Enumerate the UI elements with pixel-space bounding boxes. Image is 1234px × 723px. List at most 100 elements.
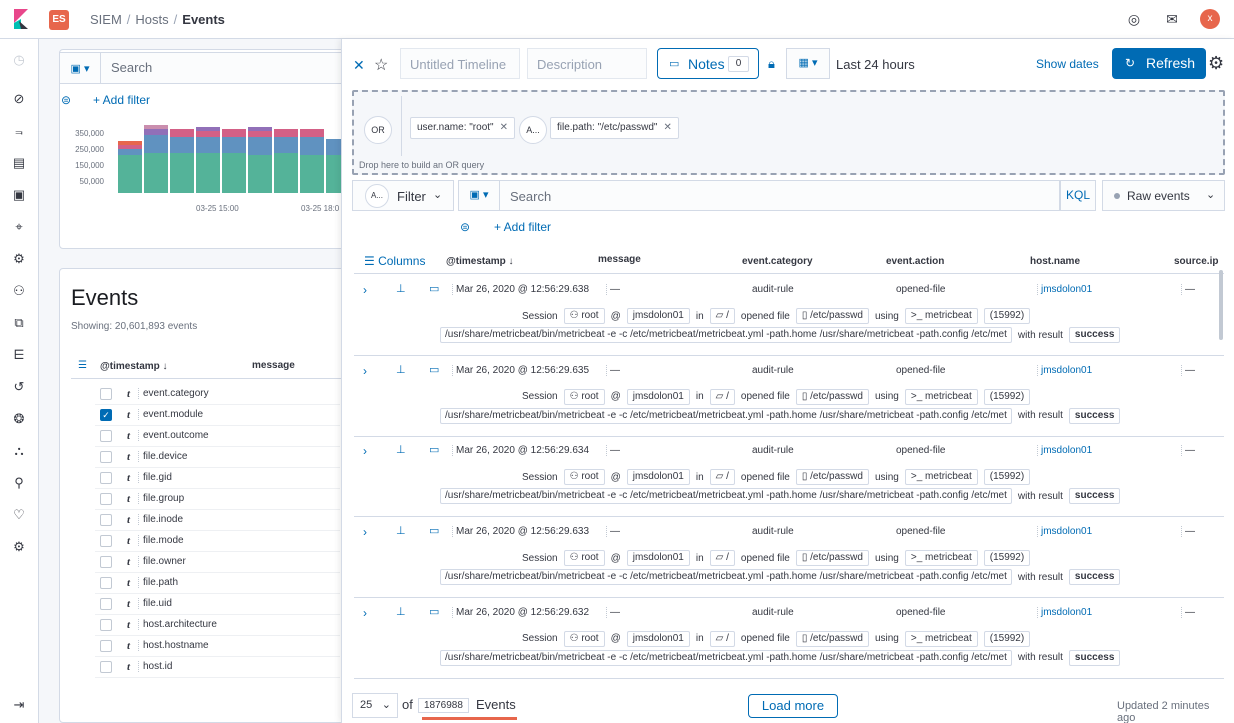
result-token[interactable]: success	[1068, 569, 1121, 586]
user-token[interactable]: ⚇ root	[563, 630, 605, 647]
process-token[interactable]: >_ metricbeat	[904, 469, 978, 486]
user-token[interactable]: ⚇ root	[563, 308, 605, 324]
filter-icon[interactable]: ⊜	[460, 220, 470, 234]
management-icon[interactable]: ⚙	[11, 539, 27, 555]
field-checkbox[interactable]: ✓	[100, 409, 112, 421]
pid-token[interactable]: (15992)	[983, 630, 1031, 647]
field-checkbox[interactable]	[100, 640, 112, 652]
field-row[interactable]: t host.hostname	[95, 636, 340, 657]
pin-icon[interactable]: ⊥	[396, 605, 406, 618]
close-icon[interactable]: ✕	[500, 122, 508, 133]
field-row[interactable]: t file.path	[95, 573, 340, 594]
page-search-input[interactable]: Search	[101, 52, 349, 84]
pid-token[interactable]: (15992)	[983, 550, 1031, 567]
args-token[interactable]: /usr/share/metricbeat/bin/metricbeat -e …	[440, 488, 1012, 505]
pin-icon[interactable]: ⊥	[396, 443, 406, 456]
pid-token[interactable]: (15992)	[983, 308, 1031, 324]
dashboard-icon[interactable]: ▤	[11, 155, 27, 171]
field-row[interactable]: t file.gid	[95, 468, 340, 489]
result-token[interactable]: success	[1068, 327, 1121, 343]
user-token[interactable]: ⚇ root	[563, 550, 605, 567]
expand-icon[interactable]: ›	[363, 283, 367, 297]
note-icon[interactable]: ▭	[429, 524, 439, 537]
discover-icon[interactable]: ⊘	[11, 91, 27, 107]
host-cell[interactable]: jmsdolon01	[1037, 526, 1092, 538]
close-icon[interactable]: ✕	[353, 57, 365, 74]
field-row[interactable]: t host.id	[95, 657, 340, 678]
field-row[interactable]: t file.uid	[95, 594, 340, 615]
field-row[interactable]: ✓ t event.module	[95, 405, 340, 426]
saved-query-button[interactable]: ▣ ▾	[59, 52, 101, 84]
folder-token[interactable]: ▱ /	[709, 550, 735, 567]
kql-toggle[interactable]: KQL	[1060, 180, 1096, 211]
query-pill[interactable]: file.path: "/etc/passwd" ✕	[550, 117, 679, 139]
field-row[interactable]: t event.category	[95, 384, 340, 405]
show-dates-link[interactable]: Show dates	[1036, 57, 1099, 71]
saved-query-button[interactable]: ▣ ▾	[458, 180, 500, 211]
expand-icon[interactable]: ›	[363, 444, 367, 458]
apm-icon[interactable]: ⋿	[11, 347, 27, 363]
file-token[interactable]: ▯ /etc/passwd	[795, 469, 869, 486]
host-token[interactable]: jmsdolon01	[626, 469, 690, 486]
host-token[interactable]: jmsdolon01	[626, 308, 690, 324]
note-icon[interactable]: ▭	[429, 282, 439, 295]
column-header[interactable]: message	[598, 254, 641, 265]
uptime-icon[interactable]: ↺	[11, 379, 27, 395]
timeline-search-input[interactable]: Search	[500, 180, 1060, 211]
breadcrumb-hosts[interactable]: Hosts	[135, 12, 168, 27]
pin-icon[interactable]: ⊥	[396, 524, 406, 537]
page-add-filter[interactable]: + Add filter	[93, 93, 150, 107]
maps-icon[interactable]: ⌖	[11, 219, 27, 235]
date-range[interactable]: Last 24 hours	[836, 57, 915, 72]
file-token[interactable]: ▯ /etc/passwd	[795, 308, 869, 324]
pin-icon[interactable]: ⊥	[396, 363, 406, 376]
per-page-select[interactable]: 25 ⌄	[352, 693, 398, 718]
args-token[interactable]: /usr/share/metricbeat/bin/metricbeat -e …	[440, 327, 1012, 343]
expand-icon[interactable]: ›	[363, 525, 367, 539]
field-row[interactable]: t event.outcome	[95, 426, 340, 447]
host-cell[interactable]: jmsdolon01	[1037, 284, 1092, 295]
monitoring-icon[interactable]: ♡	[11, 507, 27, 523]
file-token[interactable]: ▯ /etc/passwd	[795, 388, 869, 405]
canvas-icon[interactable]: ▣	[11, 187, 27, 203]
folder-token[interactable]: ▱ /	[709, 469, 735, 486]
user-token[interactable]: ⚇ root	[563, 388, 605, 405]
file-token[interactable]: ▯ /etc/passwd	[795, 630, 869, 647]
process-token[interactable]: >_ metricbeat	[904, 630, 978, 647]
host-token[interactable]: jmsdolon01	[626, 388, 690, 405]
note-icon[interactable]: ▭	[429, 363, 439, 376]
field-checkbox[interactable]	[100, 535, 112, 547]
pid-token[interactable]: (15992)	[983, 388, 1031, 405]
process-token[interactable]: >_ metricbeat	[904, 388, 978, 405]
host-cell[interactable]: jmsdolon01	[1037, 364, 1092, 376]
query-pill[interactable]: user.name: "root" ✕	[410, 117, 515, 139]
result-token[interactable]: success	[1068, 488, 1121, 505]
field-checkbox[interactable]	[100, 451, 112, 463]
field-row[interactable]: t host.architecture	[95, 615, 340, 636]
expand-icon[interactable]: ›	[363, 364, 367, 378]
notes-button[interactable]: ▭ Notes 0	[657, 48, 759, 79]
timeline-title-input[interactable]: Untitled Timeline	[400, 48, 520, 79]
column-header[interactable]: host.name	[1030, 256, 1080, 267]
field-row[interactable]: t file.device	[95, 447, 340, 468]
folder-token[interactable]: ▱ /	[709, 308, 735, 324]
field-checkbox[interactable]	[100, 430, 112, 442]
mail-icon[interactable]: ✉	[1162, 9, 1182, 29]
ml-icon[interactable]: ⚙	[11, 251, 27, 267]
lock-icon[interactable]: 🔒︎	[768, 56, 775, 72]
pid-token[interactable]: (15992)	[983, 469, 1031, 486]
pin-icon[interactable]: ⊥	[396, 282, 406, 295]
note-icon[interactable]: ▭	[429, 605, 439, 618]
breadcrumb-siem[interactable]: SIEM	[90, 12, 122, 27]
calendar-button[interactable]: ▦ ▾	[786, 48, 830, 79]
args-token[interactable]: /usr/share/metricbeat/bin/metricbeat -e …	[440, 407, 1012, 424]
message-header[interactable]: message	[252, 360, 295, 371]
star-icon[interactable]: ☆	[374, 55, 388, 75]
timestamp-header[interactable]: @timestamp ↓	[100, 361, 168, 372]
field-checkbox[interactable]	[100, 493, 112, 505]
graph-icon[interactable]: ⛬	[11, 443, 27, 459]
field-checkbox[interactable]	[100, 514, 112, 526]
note-icon[interactable]: ▭	[429, 443, 439, 456]
args-token[interactable]: /usr/share/metricbeat/bin/metricbeat -e …	[440, 569, 1012, 586]
field-checkbox[interactable]	[100, 598, 112, 610]
